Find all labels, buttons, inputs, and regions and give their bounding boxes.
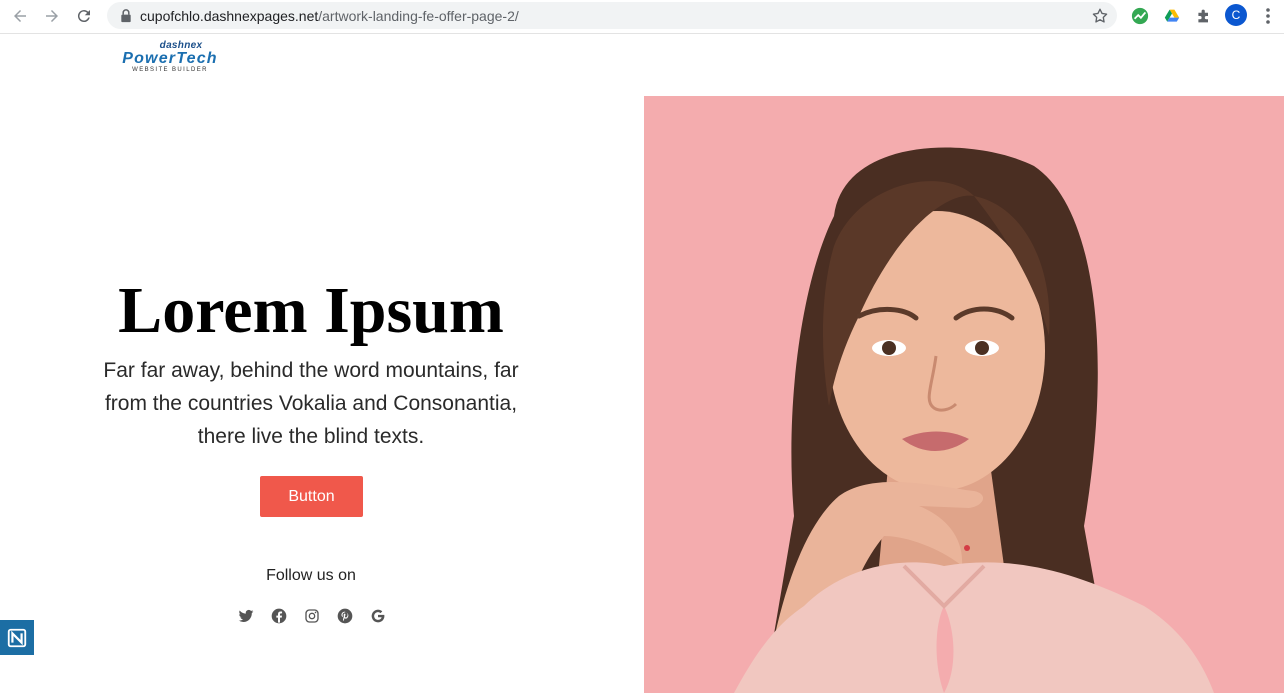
twitter-icon[interactable] <box>236 606 256 626</box>
google-drive-icon[interactable] <box>1162 6 1182 26</box>
menu-kebab-icon[interactable] <box>1260 6 1276 26</box>
pinterest-icon[interactable] <box>335 606 355 626</box>
instagram-icon[interactable] <box>302 606 322 626</box>
profile-avatar[interactable]: C <box>1225 4 1247 26</box>
url-text[interactable]: cupofchlo.dashnexpages.net/artwork-landi… <box>140 8 519 24</box>
forward-arrow-icon[interactable] <box>40 5 64 27</box>
reload-icon[interactable] <box>72 5 96 27</box>
follow-label: Follow us on <box>266 567 356 584</box>
cta-button[interactable]: Button <box>260 476 363 517</box>
social-links <box>236 606 388 626</box>
lock-icon[interactable] <box>119 8 133 23</box>
facebook-icon[interactable] <box>269 606 289 626</box>
google-icon[interactable] <box>368 606 388 626</box>
puzzle-extensions-icon[interactable] <box>1194 6 1214 26</box>
logo-sub-text: WEBSITE BUILDER <box>132 67 208 73</box>
url-host: cupofchlo.dashnexpages.net <box>140 8 319 24</box>
url-path: /artwork-landing-fe-offer-page-2/ <box>318 8 519 24</box>
browser-toolbar: cupofchlo.dashnexpages.net/artwork-landi… <box>0 0 1284 34</box>
chart-extension-icon[interactable] <box>1130 6 1150 26</box>
hero-photo <box>644 96 1284 693</box>
address-bar[interactable]: cupofchlo.dashnexpages.net/artwork-landi… <box>107 2 1117 29</box>
hero-text: Far far away, behind the word mountains,… <box>103 359 519 448</box>
site-logo[interactable]: dashnex PowerTech WEBSITE BUILDER <box>118 41 222 75</box>
hero-title: Lorem Ipsum <box>118 274 504 347</box>
logo-main-text: PowerTech <box>122 50 218 67</box>
woman-portrait-image <box>644 96 1284 693</box>
dashnex-badge-icon[interactable] <box>0 620 34 655</box>
back-arrow-icon[interactable] <box>8 5 32 27</box>
landing-page: dashnex PowerTech WEBSITE BUILDER Lorem … <box>0 35 1284 693</box>
bookmark-star-icon[interactable] <box>1091 7 1109 25</box>
